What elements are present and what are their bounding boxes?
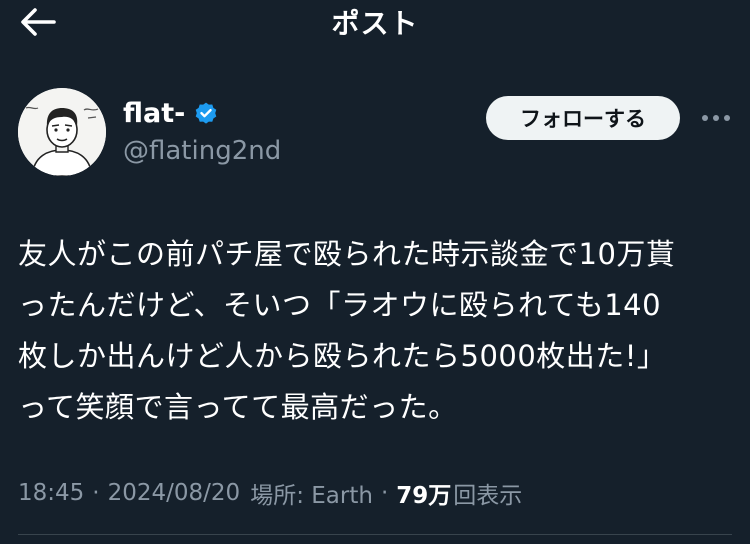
top-bar: ポスト (0, 0, 750, 44)
views[interactable]: 79万回表示 (396, 476, 522, 510)
tweet-author: flat- @flating2nd フォローする (18, 88, 730, 180)
name-row: flat- (123, 98, 219, 129)
display-name[interactable]: flat- (123, 98, 185, 129)
follow-button[interactable]: フォローする (486, 96, 680, 140)
separator: · (92, 480, 100, 506)
separator: · (380, 480, 389, 506)
avatar[interactable] (18, 88, 106, 176)
avatar-illustration (18, 88, 106, 176)
views-label: 回表示 (453, 483, 523, 509)
tweet-location: 場所: Earth (250, 483, 373, 509)
more-options-button[interactable] (698, 100, 734, 136)
tweet-date: 2024/08/20 (107, 480, 241, 506)
views-count: 79万 (396, 483, 452, 509)
page-title: ポスト (331, 7, 419, 40)
user-handle[interactable]: @flating2nd (123, 136, 281, 166)
divider (18, 534, 732, 535)
tweet-metadata: 18:45 · 2024/08/20 場所: Earth · 79万回表示 (18, 476, 522, 510)
tweet-time: 18:45 (18, 480, 85, 506)
tweet-text: 友人がこの前パチ屋で殴られた時示談金で10万貰 ったんだけど、そいつ「ラオウに殴… (18, 237, 676, 424)
timestamp-link[interactable]: 18:45 · 2024/08/20 (18, 480, 240, 506)
more-horizontal-icon (702, 115, 730, 121)
verified-badge-icon (196, 102, 217, 124)
